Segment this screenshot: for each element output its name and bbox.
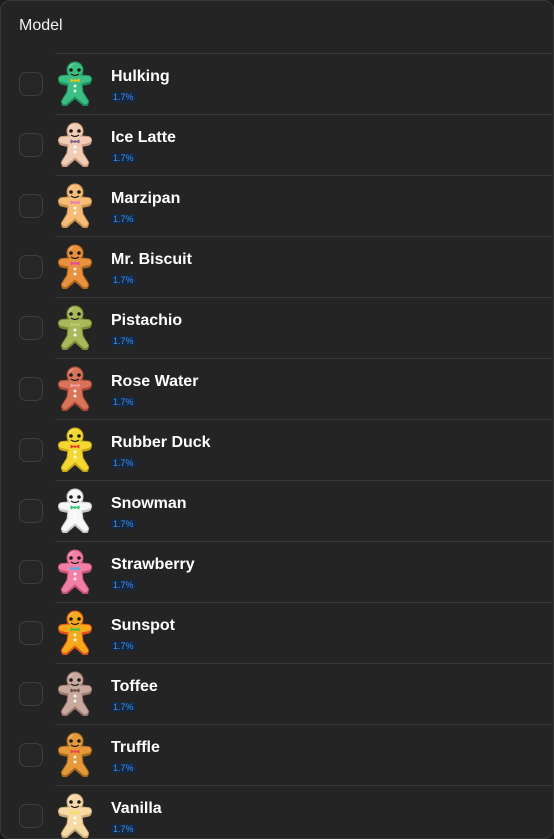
- checkbox[interactable]: [19, 743, 43, 767]
- model-name: Vanilla: [111, 800, 162, 817]
- model-name: Mr. Biscuit: [111, 251, 192, 268]
- list-item-pistachio[interactable]: Pistachio 1.7%: [1, 297, 553, 358]
- gingerbread-icon: [58, 122, 92, 167]
- list-item-toffee[interactable]: Toffee 1.7%: [1, 663, 553, 724]
- list-item-marzipan[interactable]: Marzipan 1.7%: [1, 175, 553, 236]
- list-item-truffle[interactable]: Truffle 1.7%: [1, 724, 553, 785]
- gingerbread-icon: [58, 610, 92, 655]
- model-name: Strawberry: [111, 556, 195, 573]
- gingerbread-icon: [58, 549, 92, 594]
- list-item-ice-latte[interactable]: Ice Latte 1.7%: [1, 114, 553, 175]
- gingerbread-icon: [58, 244, 92, 289]
- percentage-badge: 1.7%: [111, 702, 136, 712]
- gingerbread-icon: [58, 366, 92, 411]
- gingerbread-icon: [58, 488, 92, 533]
- gingerbread-icon: [58, 305, 92, 350]
- list-item-strawberry[interactable]: Strawberry 1.7%: [1, 541, 553, 602]
- model-filter-panel: Model Hulking 1.7% Ice Latte 1.7% Marzip…: [0, 0, 554, 839]
- checkbox[interactable]: [19, 804, 43, 828]
- list-item-rubber-duck[interactable]: Rubber Duck 1.7%: [1, 419, 553, 480]
- gingerbread-icon: [58, 732, 92, 777]
- checkbox[interactable]: [19, 255, 43, 279]
- model-name: Hulking: [111, 68, 170, 85]
- percentage-badge: 1.7%: [111, 458, 136, 468]
- model-name: Truffle: [111, 739, 160, 756]
- gingerbread-icon: [58, 61, 92, 106]
- percentage-badge: 1.7%: [111, 641, 136, 651]
- list-item-sunspot[interactable]: Sunspot 1.7%: [1, 602, 553, 663]
- percentage-badge: 1.7%: [111, 336, 136, 346]
- model-name: Rubber Duck: [111, 434, 211, 451]
- checkbox[interactable]: [19, 133, 43, 157]
- checkbox[interactable]: [19, 194, 43, 218]
- list-item-snowman[interactable]: Snowman 1.7%: [1, 480, 553, 541]
- checkbox[interactable]: [19, 72, 43, 96]
- percentage-badge: 1.7%: [111, 397, 136, 407]
- checkbox[interactable]: [19, 499, 43, 523]
- model-name: Marzipan: [111, 190, 181, 207]
- gingerbread-icon: [58, 793, 92, 838]
- percentage-badge: 1.7%: [111, 824, 136, 834]
- checkbox[interactable]: [19, 560, 43, 584]
- model-name: Toffee: [111, 678, 158, 695]
- checkbox[interactable]: [19, 621, 43, 645]
- percentage-badge: 1.7%: [111, 153, 136, 163]
- gingerbread-icon: [58, 427, 92, 472]
- percentage-badge: 1.7%: [111, 214, 136, 224]
- checkbox[interactable]: [19, 682, 43, 706]
- list-item-mr-biscuit[interactable]: Mr. Biscuit 1.7%: [1, 236, 553, 297]
- list-item-vanilla[interactable]: Vanilla 1.7%: [1, 785, 553, 838]
- percentage-badge: 1.7%: [111, 763, 136, 773]
- model-name: Sunspot: [111, 617, 175, 634]
- model-name: Rose Water: [111, 373, 199, 390]
- percentage-badge: 1.7%: [111, 580, 136, 590]
- checkbox[interactable]: [19, 438, 43, 462]
- model-name: Pistachio: [111, 312, 183, 329]
- checkbox[interactable]: [19, 377, 43, 401]
- percentage-badge: 1.7%: [111, 519, 136, 529]
- percentage-badge: 1.7%: [111, 92, 136, 102]
- panel-title: Model: [19, 17, 63, 34]
- list-item-rose-water[interactable]: Rose Water 1.7%: [1, 358, 553, 419]
- gingerbread-icon: [58, 183, 92, 228]
- model-name: Snowman: [111, 495, 187, 512]
- checkbox[interactable]: [19, 316, 43, 340]
- model-list: Hulking 1.7% Ice Latte 1.7% Marzipan 1.7…: [1, 53, 553, 838]
- percentage-badge: 1.7%: [111, 275, 136, 285]
- gingerbread-icon: [58, 671, 92, 716]
- model-name: Ice Latte: [111, 129, 176, 146]
- list-item-hulking[interactable]: Hulking 1.7%: [1, 53, 553, 114]
